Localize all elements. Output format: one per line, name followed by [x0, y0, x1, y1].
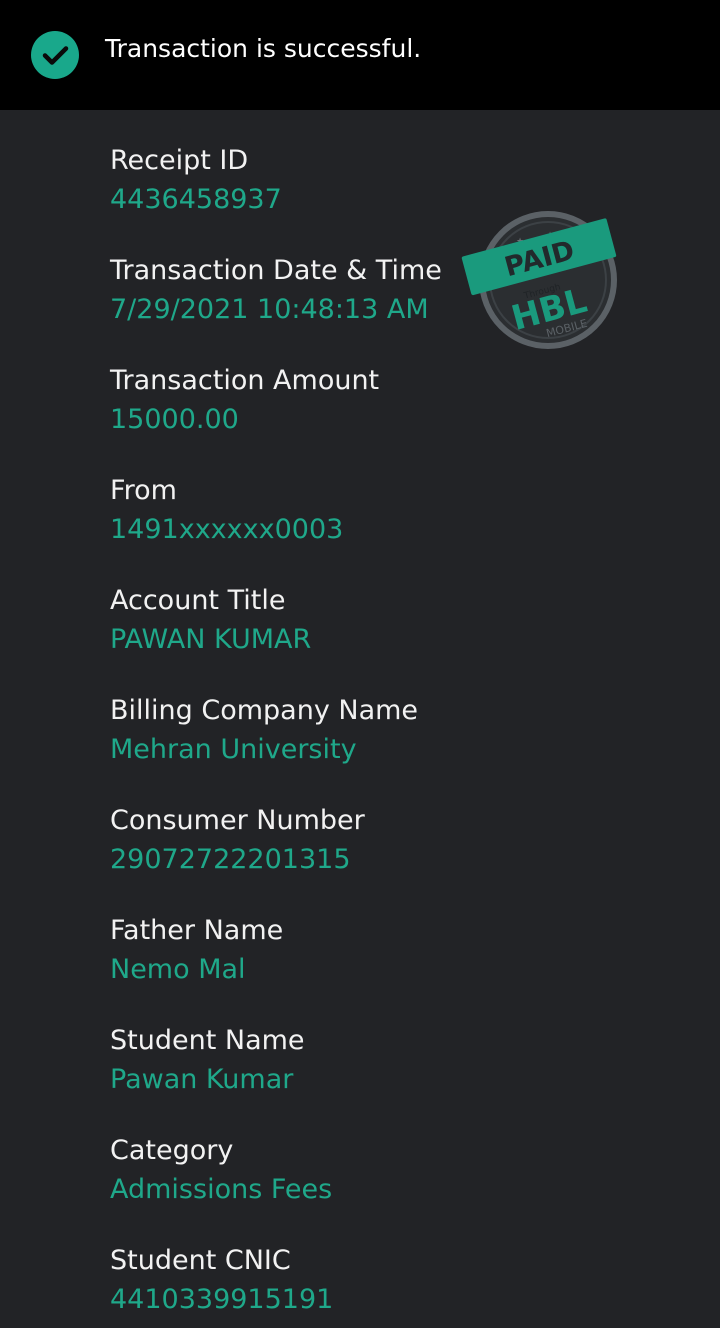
check-circle-icon [31, 31, 79, 79]
field-value: 15000.00 [110, 404, 239, 435]
from-account-field: From 1491xxxxxx0003 [110, 473, 670, 548]
field-value: Pawan Kumar [110, 1064, 294, 1095]
field-value: 29072722201315 [110, 844, 351, 875]
father-name-field: Father Name Nemo Mal [110, 913, 670, 988]
field-label: Student Name [110, 1025, 305, 1056]
field-value: 4410339915191 [110, 1284, 334, 1315]
success-banner: Transaction is successful. [0, 0, 720, 110]
field-label: Account Title [110, 585, 286, 616]
category-field: Category Admissions Fees [110, 1133, 670, 1208]
student-name-field: Student Name Pawan Kumar [110, 1023, 670, 1098]
field-label: Transaction Amount [110, 365, 380, 396]
field-value: 1491xxxxxx0003 [110, 514, 344, 545]
field-value: Mehran University [110, 734, 357, 765]
billing-company-field: Billing Company Name Mehran University [110, 693, 670, 768]
student-cnic-field: Student CNIC 4410339915191 [110, 1243, 670, 1318]
account-title-field: Account Title PAWAN KUMAR [110, 583, 670, 658]
field-value: Nemo Mal [110, 954, 246, 985]
field-value: Admissions Fees [110, 1174, 333, 1205]
field-label: Student CNIC [110, 1245, 291, 1276]
field-label: Consumer Number [110, 805, 365, 836]
paid-hbl-mobile-stamp: ★ ★ PAID Through HBL MOBILE [456, 205, 626, 355]
field-label: Category [110, 1135, 234, 1166]
field-label: From [110, 475, 177, 506]
field-label: Receipt ID [110, 145, 249, 176]
consumer-number-field: Consumer Number 29072722201315 [110, 803, 670, 878]
field-value: PAWAN KUMAR [110, 624, 312, 655]
transaction-amount-field: Transaction Amount 15000.00 [110, 363, 670, 438]
field-label: Father Name [110, 915, 284, 946]
success-message: Transaction is successful. [105, 34, 422, 63]
field-label: Billing Company Name [110, 695, 419, 726]
